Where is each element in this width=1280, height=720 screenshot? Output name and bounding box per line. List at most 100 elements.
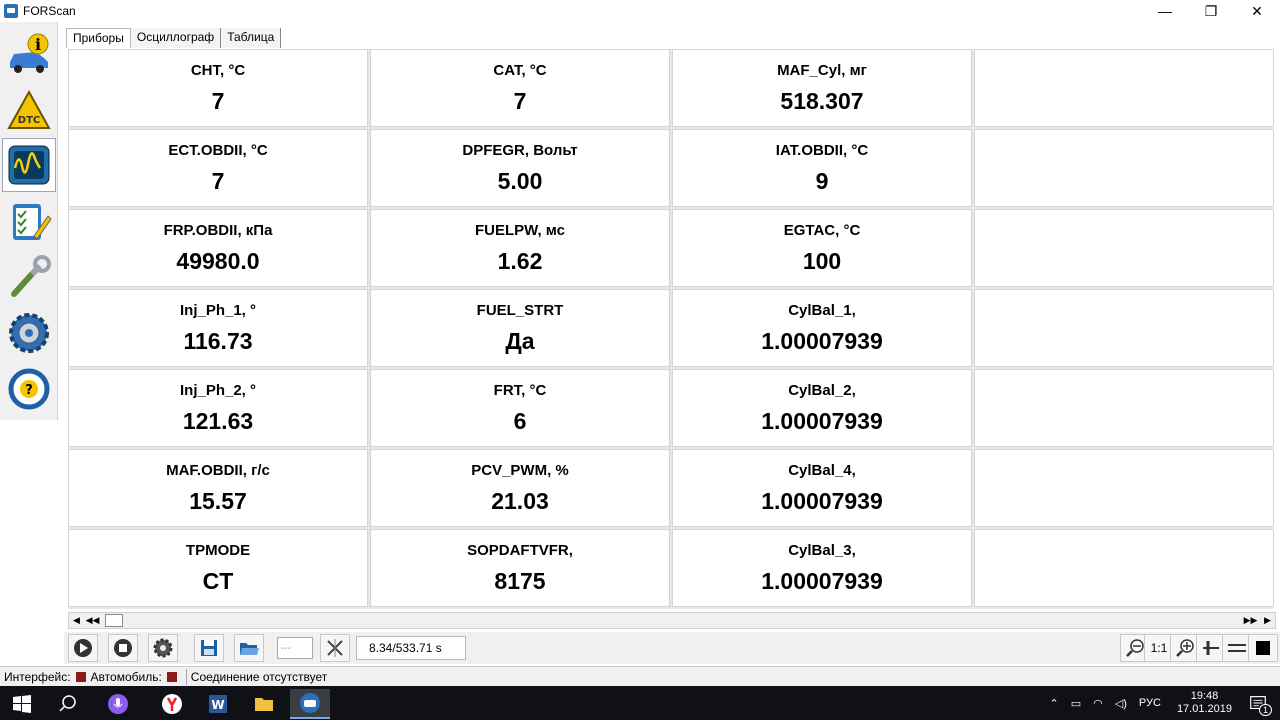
gauge-value: 1.62 <box>497 248 543 274</box>
sidebar-item-checklist[interactable] <box>2 194 56 248</box>
gauge-cell[interactable]: IAT.OBDII, °C 9 <box>672 129 972 207</box>
gauge-cell[interactable]: TPMODE CT <box>68 529 368 607</box>
gauge-cell[interactable]: FRP.OBDII, кПа 49980.0 <box>68 209 368 287</box>
gauge-cell[interactable] <box>974 449 1274 527</box>
interface-label: Интерфейс: <box>4 669 71 684</box>
gauge-cell[interactable]: FUEL_STRT Да <box>370 289 670 367</box>
gauge-cell[interactable]: Inj_Ph_2, ° 121.63 <box>68 369 368 447</box>
gear-config-icon <box>9 313 49 353</box>
taskbar-search-button[interactable] <box>48 689 88 719</box>
stop-button[interactable] <box>108 634 138 662</box>
tray-clock[interactable]: 19:48 17.01.2019 <box>1177 690 1232 716</box>
save-icon <box>201 640 217 656</box>
gauge-cell[interactable]: CylBal_2, 1.00007939 <box>672 369 972 447</box>
taskbar-voice-assistant[interactable] <box>98 689 138 719</box>
play-button[interactable] <box>68 634 98 662</box>
gauge-cell[interactable]: SOPDAFTVFR, 8175 <box>370 529 670 607</box>
gauge-cell[interactable]: MAF_Cyl, мг 518.307 <box>672 49 972 127</box>
gauge-cell[interactable]: MAF.OBDII, г/с 15.57 <box>68 449 368 527</box>
search-icon <box>59 695 76 712</box>
gauge-cell[interactable]: CylBal_4, 1.00007939 <box>672 449 972 527</box>
gauge-label: CylBal_4, <box>788 462 856 479</box>
start-button[interactable] <box>2 689 42 719</box>
sidebar-item-oscilloscope[interactable] <box>2 138 56 192</box>
taskbar-file-explorer[interactable] <box>244 689 284 719</box>
gauge-cell[interactable]: FUELPW, мс 1.62 <box>370 209 670 287</box>
tray-language[interactable]: РУС <box>1139 697 1161 709</box>
gauge-cell[interactable]: ECT.OBDII, °C 7 <box>68 129 368 207</box>
title-bar: FORScan — ❐ ✕ <box>0 0 1280 22</box>
clock-date: 17.01.2019 <box>1176 703 1232 715</box>
gauge-value: 100 <box>802 248 842 274</box>
gauge-cell[interactable]: CHT, °C 7 <box>68 49 368 127</box>
gauge-cell[interactable] <box>974 289 1274 367</box>
gauge-value: 15.57 <box>189 488 247 514</box>
word-icon: W <box>209 695 227 713</box>
gauge-value: 8175 <box>494 568 546 594</box>
system-tray: ⌃ ▭ ◠ ◁) РУС 19:48 17.01.2019 1 <box>1044 686 1280 720</box>
gauge-cell[interactable]: DPFEGR, Вольт 5.00 <box>370 129 670 207</box>
tray-network-adapter-icon[interactable]: ▭ <box>1071 697 1081 710</box>
clear-cross-icon <box>327 639 343 657</box>
gauge-label: TPMODE <box>185 542 251 559</box>
timeline-scrollbar[interactable]: ◀ ◀◀ ▶▶ ▶ <box>68 612 1276 629</box>
gauge-label: Inj_Ph_2, ° <box>179 382 257 399</box>
gauge-cell[interactable]: FRT, °C 6 <box>370 369 670 447</box>
gauge-cell[interactable]: CylBal_3, 1.00007939 <box>672 529 972 607</box>
gauge-cell[interactable]: CAT, °C 7 <box>370 49 670 127</box>
windows-logo-icon <box>13 695 31 713</box>
close-button[interactable]: ✕ <box>1234 0 1280 22</box>
scroll-left-button[interactable]: ◀ <box>69 613 84 628</box>
taskbar-browser[interactable] <box>152 689 192 719</box>
gauge-cell[interactable]: Inj_Ph_1, ° 116.73 <box>68 289 368 367</box>
combo-select[interactable]: --- <box>277 637 313 659</box>
sidebar-item-config[interactable] <box>2 306 56 360</box>
scroll-rewind-button[interactable]: ◀◀ <box>85 613 100 628</box>
gauge-cell[interactable] <box>974 209 1274 287</box>
tray-wifi-icon[interactable]: ◠ <box>1093 697 1103 710</box>
gauge-label: PCV_PWM, % <box>471 462 569 479</box>
tray-overflow-icon[interactable]: ⌃ <box>1050 697 1059 710</box>
taskbar-word[interactable]: W <box>198 689 238 719</box>
tray-notifications[interactable]: 1 <box>1248 693 1272 716</box>
sidebar-item-service[interactable] <box>2 250 56 304</box>
gauge-cell[interactable]: CylBal_1, 1.00007939 <box>672 289 972 367</box>
gauge-cell[interactable]: PCV_PWM, % 21.03 <box>370 449 670 527</box>
scroll-forward-end-button[interactable]: ▶▶ <box>1243 613 1258 628</box>
gauge-label: FUELPW, мс <box>474 222 566 239</box>
settings-button[interactable] <box>148 634 178 662</box>
gauge-value: 7 <box>513 88 527 114</box>
gauge-cell[interactable] <box>974 369 1274 447</box>
oscilloscope-icon <box>8 145 50 185</box>
zoom-in-icon <box>1176 639 1194 657</box>
tab-table[interactable]: Таблица <box>221 28 282 48</box>
gauge-value: 1.00007939 <box>761 568 883 594</box>
gauge-value: 518.307 <box>780 88 864 114</box>
restore-button[interactable]: ❐ <box>1188 0 1234 22</box>
gauge-cell[interactable] <box>974 49 1274 127</box>
minimize-button[interactable]: — <box>1142 0 1188 22</box>
tab-gauges[interactable]: Приборы <box>66 28 131 48</box>
gauge-cell[interactable] <box>974 529 1274 607</box>
gauge-label: DPFEGR, Вольт <box>462 142 578 159</box>
gauge-cell[interactable] <box>974 129 1274 207</box>
tray-volume-icon[interactable]: ◁) <box>1115 697 1127 710</box>
sidebar-item-vehicle-info[interactable]: i <box>2 28 56 82</box>
gauge-cell[interactable]: EGTAC, °C 100 <box>672 209 972 287</box>
gauge-value: 7 <box>211 88 225 114</box>
gauge-value: CT <box>202 568 234 594</box>
dtc-warning-icon: DTC <box>7 89 51 129</box>
scroll-thumb[interactable] <box>105 614 123 627</box>
interface-status-indicator <box>75 671 86 682</box>
taskbar-forscan[interactable] <box>290 689 330 719</box>
folder-icon <box>255 698 273 711</box>
color-fill-button[interactable] <box>1248 634 1278 662</box>
open-button[interactable] <box>234 634 264 662</box>
sidebar-item-help[interactable]: ? <box>2 362 56 416</box>
save-button[interactable] <box>194 634 224 662</box>
scroll-right-button[interactable]: ▶ <box>1260 613 1275 628</box>
clear-button[interactable] <box>320 634 350 662</box>
tab-oscilloscope[interactable]: Осциллограф <box>130 28 222 48</box>
sidebar-item-dtc[interactable]: DTC <box>2 84 56 138</box>
gauge-label: ECT.OBDII, °C <box>168 142 268 159</box>
